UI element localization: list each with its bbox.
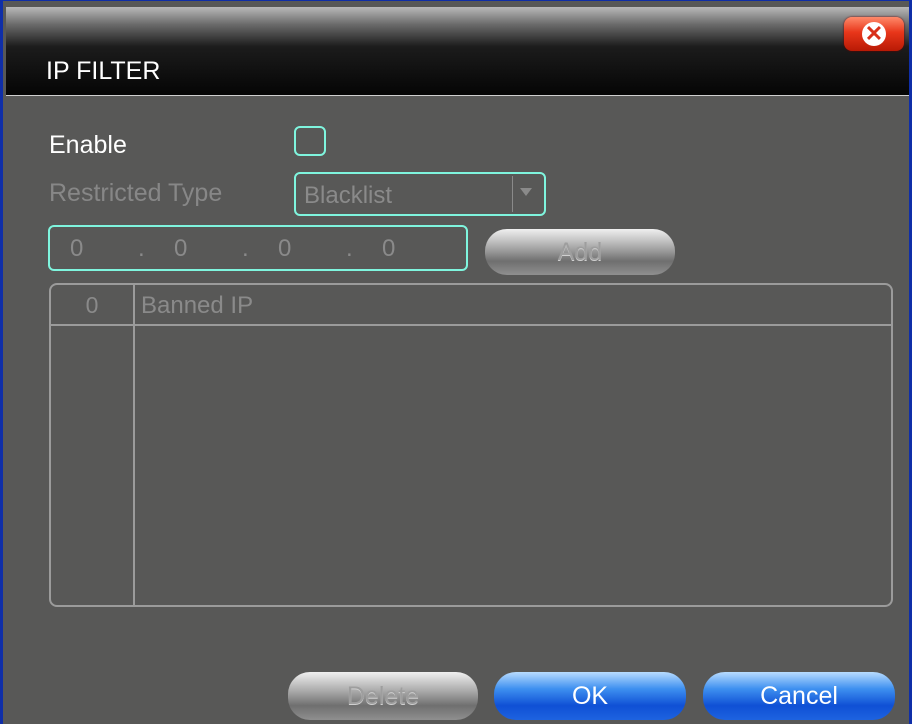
ip-octet-3[interactable]: 0 xyxy=(278,235,291,263)
title-bar: IP FILTER ✕ xyxy=(6,7,909,96)
chevron-down-icon[interactable] xyxy=(520,188,532,196)
restricted-type-value: Blacklist xyxy=(304,182,393,209)
restricted-type-label: Restricted Type xyxy=(49,179,223,207)
ip-filter-dialog: IP FILTER ✕ Enable Restricted Type Black… xyxy=(0,0,912,724)
ip-separator: . xyxy=(346,235,353,262)
banned-ip-column-header: Banned IP xyxy=(141,292,254,319)
ip-octet-1[interactable]: 0 xyxy=(70,235,83,263)
ip-address-input[interactable]: 0 . 0 . 0 . 0 xyxy=(48,225,468,271)
cancel-button[interactable]: Cancel xyxy=(703,672,895,720)
close-icon: ✕ xyxy=(862,22,886,46)
close-button[interactable]: ✕ xyxy=(844,17,904,51)
enable-checkbox[interactable] xyxy=(294,126,326,156)
header-divider xyxy=(51,324,891,326)
column-divider xyxy=(133,285,135,605)
ip-separator: . xyxy=(242,235,249,262)
select-divider xyxy=(512,176,513,212)
ip-octet-2[interactable]: 0 xyxy=(174,235,187,263)
table-count: 0 xyxy=(85,292,99,318)
banned-ip-table: 0 Banned IP xyxy=(49,283,893,607)
ok-button[interactable]: OK xyxy=(494,672,686,720)
enable-label: Enable xyxy=(49,131,127,159)
add-button[interactable]: Add xyxy=(485,229,675,275)
dialog-title: IP FILTER xyxy=(46,57,161,85)
delete-button[interactable]: Delete xyxy=(288,672,478,720)
ip-separator: . xyxy=(138,235,145,262)
ip-octet-4[interactable]: 0 xyxy=(382,235,395,263)
restricted-type-select[interactable]: Blacklist xyxy=(294,172,546,216)
